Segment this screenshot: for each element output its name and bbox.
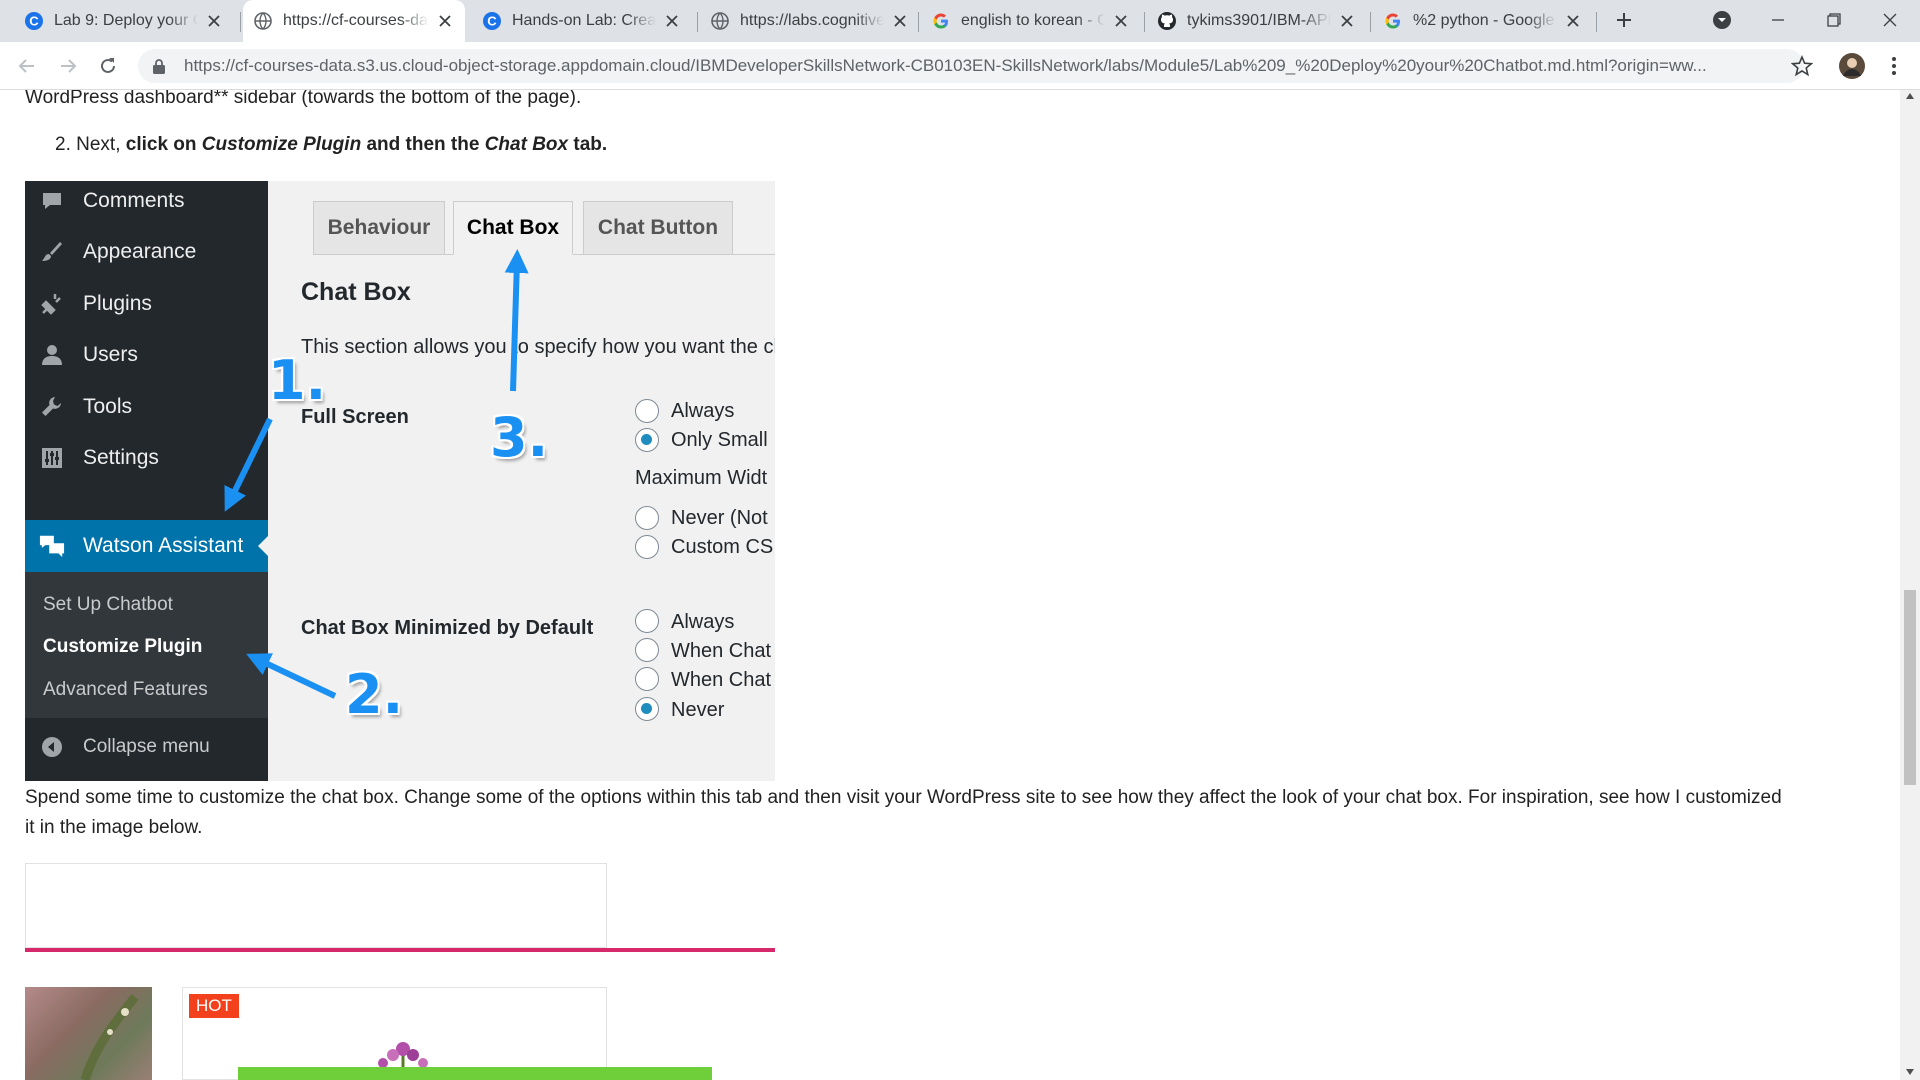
- paragraph-line: Spend some time to customize the chat bo…: [25, 787, 1782, 808]
- step-emphasis: Customize Plugin: [201, 134, 362, 155]
- restore-button[interactable]: [1806, 0, 1862, 40]
- step-text: and then the: [361, 134, 485, 155]
- tab-hands-on-lab[interactable]: C Hands-on Lab: Create: [472, 0, 692, 42]
- reload-icon: [101, 58, 115, 73]
- coursera-c-icon: C: [482, 11, 502, 31]
- tab-google-translate[interactable]: english to korean - Google: [921, 0, 1141, 42]
- arrow-1: [224, 417, 273, 512]
- github-icon: [1157, 11, 1177, 31]
- close-icon[interactable]: [662, 11, 682, 31]
- star-icon: [1791, 55, 1813, 77]
- green-bar: [238, 1067, 712, 1080]
- wordpress-screenshot-image: Comments Appearance Plugins Users Tools …: [25, 181, 775, 781]
- tab-active[interactable]: https://cf-courses-data.s3.us.cloud: [243, 0, 465, 42]
- arrow-right-icon: [61, 59, 77, 73]
- arrow-3: [504, 249, 529, 392]
- tab-google-python[interactable]: %2 python - Google: [1373, 0, 1593, 42]
- paragraph-line: it in the image below.: [25, 817, 203, 838]
- restore-icon: [1827, 13, 1841, 27]
- globe-icon: [253, 11, 273, 31]
- close-icon[interactable]: [1337, 11, 1357, 31]
- profile-avatar[interactable]: [1836, 50, 1868, 82]
- arrow-2: [246, 653, 337, 699]
- new-tab-button[interactable]: [1598, 0, 1650, 40]
- tab-title: https://labs.cognitiveclass.ai: [740, 12, 884, 29]
- tab-search-button[interactable]: [1694, 0, 1750, 40]
- tab-title: Lab 9: Deploy your Chatbot: [54, 12, 198, 29]
- menu-button[interactable]: [1878, 50, 1910, 82]
- tab-title: https://cf-courses-data.s3.us.cloud: [283, 12, 429, 29]
- google-g-icon: [1383, 11, 1403, 31]
- minimize-icon: [1772, 19, 1784, 21]
- svg-text:C: C: [487, 14, 497, 29]
- plus-icon: [1617, 13, 1631, 27]
- forward-button[interactable]: [52, 50, 84, 82]
- tab-title: Hands-on Lab: Create: [512, 12, 656, 29]
- customized-chatbox-image: HOT: [25, 863, 775, 1080]
- scroll-up-icon[interactable]: [1905, 92, 1915, 100]
- close-icon[interactable]: [435, 11, 455, 31]
- lab-text-top: WordPress dashboard** sidebar (towards t…: [25, 90, 582, 108]
- hot-badge: HOT: [189, 994, 239, 1018]
- tab-labs-cognitive[interactable]: https://labs.cognitiveclass.ai: [700, 0, 920, 42]
- vertical-scrollbar[interactable]: [1900, 90, 1920, 1080]
- svg-text:C: C: [29, 14, 39, 29]
- browser-toolbar: https://cf-courses-data.s3.us.cloud-obje…: [0, 42, 1920, 90]
- address-bar[interactable]: https://cf-courses-data.s3.us.cloud-obje…: [138, 49, 1804, 83]
- back-button[interactable]: [11, 50, 43, 82]
- close-icon[interactable]: [1563, 11, 1583, 31]
- coursera-c-icon: C: [24, 11, 44, 31]
- avatar-icon: [1839, 53, 1865, 79]
- step-text: tab.: [568, 134, 608, 155]
- step-text: click on: [125, 134, 202, 155]
- tab-title: %2 python - Google: [1413, 12, 1555, 29]
- bookmark-button[interactable]: [1786, 50, 1818, 82]
- reload-button[interactable]: [92, 50, 124, 82]
- product-card: HOT: [182, 987, 712, 1080]
- tab-title: tykims3901/IBM-APP: [1187, 12, 1331, 29]
- annotation-3: 3.: [490, 406, 549, 469]
- tab-title: english to korean - Google: [961, 12, 1105, 29]
- instruction-paragraph: Spend some time to customize the chat bo…: [25, 783, 1885, 843]
- kebab-menu-icon: [1892, 57, 1896, 75]
- close-icon[interactable]: [204, 11, 224, 31]
- lock-icon: [153, 59, 165, 74]
- chevron-down-icon: [1713, 11, 1731, 29]
- tab-lab9[interactable]: C Lab 9: Deploy your Chatbot: [14, 0, 234, 42]
- tab-strip: C Lab 9: Deploy your Chatbot https://cf-…: [0, 0, 1920, 42]
- close-icon: [1883, 13, 1897, 27]
- step-emphasis: Chat Box: [484, 134, 569, 155]
- step-2-instruction: 2. Next, click on Customize Plugin and t…: [55, 130, 607, 160]
- annotation-2: 2.: [345, 663, 404, 726]
- scrollbar-thumb[interactable]: [1904, 590, 1916, 785]
- page-content: WordPress dashboard** sidebar (towards t…: [0, 90, 1900, 1080]
- product-thumbnail: [25, 987, 152, 1080]
- close-icon[interactable]: [890, 11, 910, 31]
- scroll-down-icon[interactable]: [1905, 1068, 1915, 1076]
- minimize-button[interactable]: [1750, 0, 1806, 40]
- globe-icon: [710, 11, 730, 31]
- tab-github[interactable]: tykims3901/IBM-APP: [1147, 0, 1367, 42]
- close-window-button[interactable]: [1862, 0, 1918, 40]
- google-g-icon: [931, 11, 951, 31]
- close-icon[interactable]: [1111, 11, 1131, 31]
- url-text: https://cf-courses-data.s3.us.cloud-obje…: [184, 56, 1707, 75]
- step-number: 2. Next,: [55, 134, 126, 155]
- annotation-1: 1.: [268, 349, 327, 412]
- arrow-left-icon: [18, 59, 34, 73]
